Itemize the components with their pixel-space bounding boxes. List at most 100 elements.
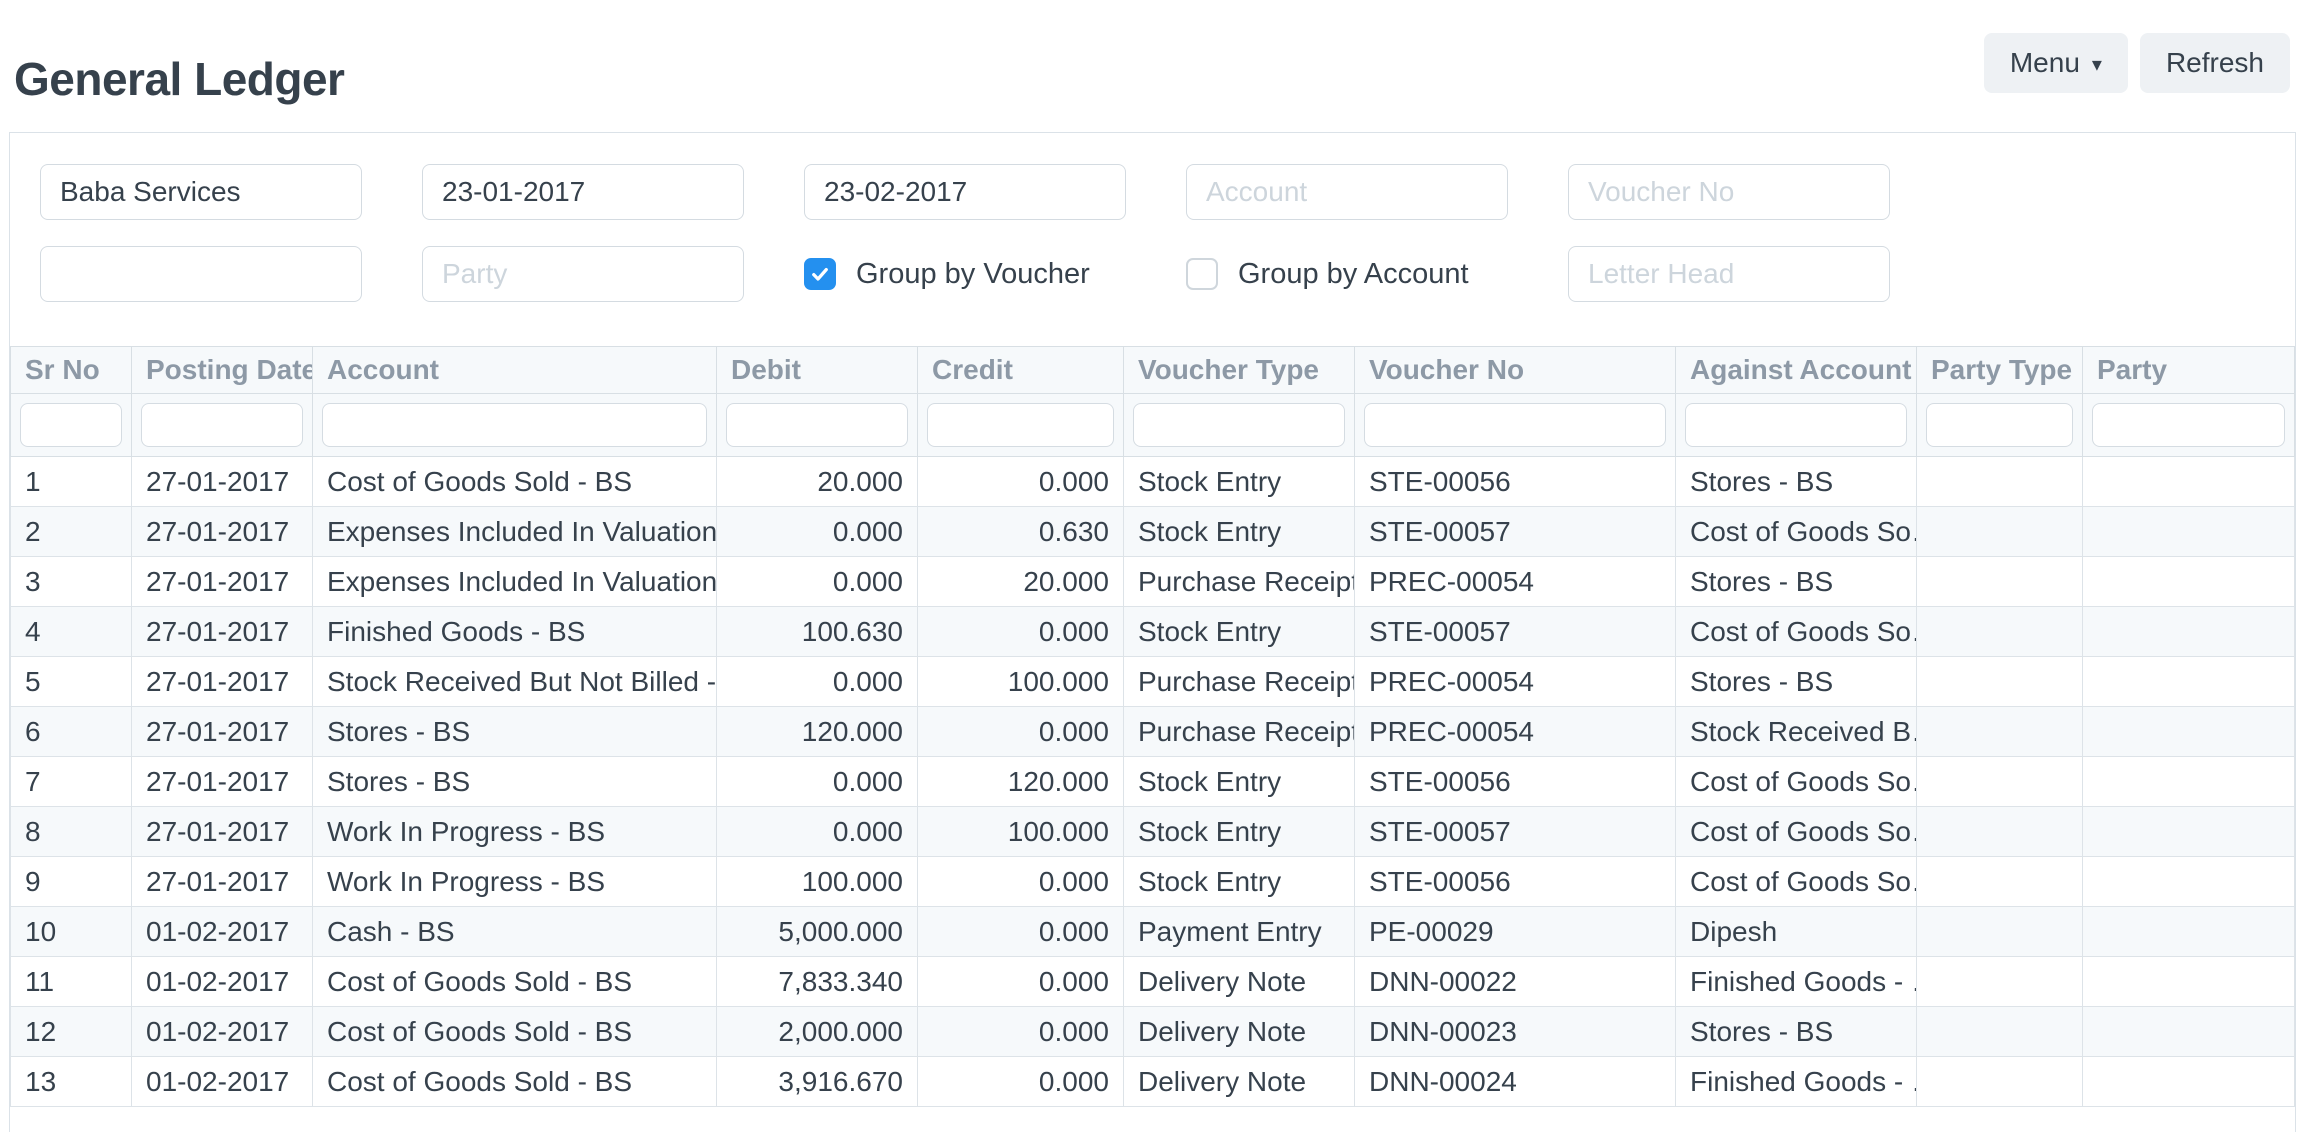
cell-against_account: Stores - BS	[1676, 557, 1917, 607]
column-header-debit[interactable]: Debit	[717, 347, 918, 394]
group-by-account-checkbox[interactable]	[1186, 258, 1218, 290]
cell-debit: 100.000	[717, 857, 918, 907]
from-date-filter-input[interactable]	[422, 164, 744, 220]
cell-party	[2083, 1057, 2295, 1107]
menu-button-label: Menu	[2010, 47, 2080, 79]
cell-account: Stores - BS	[313, 707, 717, 757]
column-filter-input-voucher_type[interactable]	[1133, 403, 1345, 447]
cell-voucher_no: STE-00057	[1355, 507, 1676, 557]
cell-debit: 0.000	[717, 807, 918, 857]
cell-against_account: Finished Goods - …	[1676, 957, 1917, 1007]
column-filter-cell-credit	[918, 394, 1124, 457]
cell-against_account: Stores - BS	[1676, 1007, 1917, 1057]
filter-spacer	[1950, 246, 2272, 302]
cell-account: Work In Progress - BS	[313, 807, 717, 857]
cell-posting_date: 27-01-2017	[132, 807, 313, 857]
column-filter-input-sr_no[interactable]	[20, 403, 122, 447]
cell-account: Expenses Included In Valuation …	[313, 557, 717, 607]
voucher-no-filter-input[interactable]	[1568, 164, 1890, 220]
cell-voucher_type: Purchase Receipt	[1124, 657, 1355, 707]
column-header-posting_date[interactable]: Posting Date	[132, 347, 313, 394]
company-filter-input[interactable]	[40, 164, 362, 220]
cell-voucher_no: PE-00029	[1355, 907, 1676, 957]
page-title: General Ledger	[14, 52, 344, 106]
cell-party	[2083, 707, 2295, 757]
cell-voucher_no: DNN-00024	[1355, 1057, 1676, 1107]
cell-sr_no: 11	[11, 957, 132, 1007]
cell-account: Stores - BS	[313, 757, 717, 807]
cell-party_type	[1917, 807, 2083, 857]
chevron-down-icon: ▾	[2092, 55, 2102, 75]
cell-voucher_type: Stock Entry	[1124, 457, 1355, 507]
column-header-party[interactable]: Party	[2083, 347, 2295, 394]
page-header: General Ledger Menu ▾ Refresh	[0, 0, 2302, 132]
group-by-voucher-checkbox[interactable]	[804, 258, 836, 290]
cell-debit: 5,000.000	[717, 907, 918, 957]
cell-voucher_type: Stock Entry	[1124, 757, 1355, 807]
table-row: 827-01-2017Work In Progress - BS0.000100…	[11, 807, 2295, 857]
refresh-button-label: Refresh	[2166, 47, 2264, 79]
cell-debit: 100.630	[717, 607, 918, 657]
cell-sr_no: 1	[11, 457, 132, 507]
column-filter-input-party_type[interactable]	[1926, 403, 2073, 447]
column-header-credit[interactable]: Credit	[918, 347, 1124, 394]
cell-sr_no: 12	[11, 1007, 132, 1057]
cell-sr_no: 3	[11, 557, 132, 607]
cell-posting_date: 27-01-2017	[132, 757, 313, 807]
column-header-voucher_type[interactable]: Voucher Type	[1124, 347, 1355, 394]
cell-posting_date: 27-01-2017	[132, 857, 313, 907]
column-filter-input-credit[interactable]	[927, 403, 1114, 447]
column-header-voucher_no[interactable]: Voucher No	[1355, 347, 1676, 394]
menu-button[interactable]: Menu ▾	[1984, 33, 2128, 93]
cell-account: Stock Received But Not Billed - …	[313, 657, 717, 707]
report-table: Sr NoPosting DateAccountDebitCreditVouch…	[10, 346, 2295, 1107]
column-filter-cell-account	[313, 394, 717, 457]
column-filter-input-against_account[interactable]	[1685, 403, 1907, 447]
column-filter-input-account[interactable]	[322, 403, 707, 447]
extra-filter-input[interactable]	[40, 246, 362, 302]
cell-against_account: Cost of Goods So…	[1676, 807, 1917, 857]
cell-against_account: Cost of Goods So…	[1676, 857, 1917, 907]
letter-head-filter-input[interactable]	[1568, 246, 1890, 302]
column-filter-input-party[interactable]	[2092, 403, 2285, 447]
cell-posting_date: 01-02-2017	[132, 1057, 313, 1107]
cell-party_type	[1917, 857, 2083, 907]
cell-party	[2083, 507, 2295, 557]
column-filter-row	[11, 394, 2295, 457]
cell-party_type	[1917, 1007, 2083, 1057]
cell-against_account: Stores - BS	[1676, 457, 1917, 507]
report-table-container: Sr NoPosting DateAccountDebitCreditVouch…	[10, 346, 2295, 1107]
column-filter-input-voucher_no[interactable]	[1364, 403, 1666, 447]
account-filter-input[interactable]	[1186, 164, 1508, 220]
column-header-sr_no[interactable]: Sr No	[11, 347, 132, 394]
column-header-account[interactable]: Account	[313, 347, 717, 394]
cell-debit: 3,916.670	[717, 1057, 918, 1107]
refresh-button[interactable]: Refresh	[2140, 33, 2290, 93]
cell-party_type	[1917, 607, 2083, 657]
cell-sr_no: 10	[11, 907, 132, 957]
cell-party_type	[1917, 957, 2083, 1007]
cell-voucher_no: STE-00056	[1355, 857, 1676, 907]
cell-voucher_no: STE-00057	[1355, 607, 1676, 657]
column-header-party_type[interactable]: Party Type	[1917, 347, 2083, 394]
column-header-against_account[interactable]: Against Account	[1676, 347, 1917, 394]
cell-posting_date: 01-02-2017	[132, 1007, 313, 1057]
cell-credit: 120.000	[918, 757, 1124, 807]
cell-party	[2083, 1007, 2295, 1057]
column-filter-cell-party	[2083, 394, 2295, 457]
column-filter-input-posting_date[interactable]	[141, 403, 303, 447]
cell-credit: 0.000	[918, 957, 1124, 1007]
cell-party_type	[1917, 457, 2083, 507]
cell-debit: 0.000	[717, 657, 918, 707]
cell-voucher_type: Stock Entry	[1124, 607, 1355, 657]
cell-debit: 2,000.000	[717, 1007, 918, 1057]
party-filter-input[interactable]	[422, 246, 744, 302]
table-row: 1101-02-2017Cost of Goods Sold - BS7,833…	[11, 957, 2295, 1007]
cell-posting_date: 27-01-2017	[132, 707, 313, 757]
column-filter-input-debit[interactable]	[726, 403, 908, 447]
group-by-account-label: Group by Account	[1238, 258, 1469, 291]
cell-party_type	[1917, 657, 2083, 707]
to-date-filter-input[interactable]	[804, 164, 1126, 220]
cell-posting_date: 01-02-2017	[132, 907, 313, 957]
cell-account: Cash - BS	[313, 907, 717, 957]
